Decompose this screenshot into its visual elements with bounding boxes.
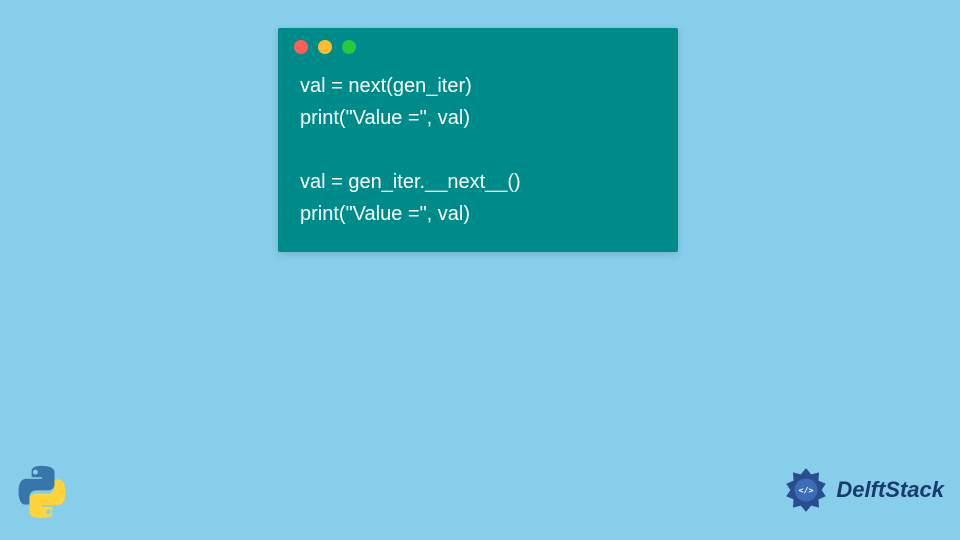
- delftstack-logo: </> DelftStack: [780, 464, 944, 516]
- code-window: val = next(gen_iter) print("Value =", va…: [278, 28, 678, 252]
- code-content: val = next(gen_iter) print("Value =", va…: [278, 62, 678, 252]
- code-line: print("Value =", val): [300, 107, 470, 129]
- brand-name: DelftStack: [836, 477, 944, 503]
- delftstack-badge-icon: </>: [780, 464, 832, 516]
- python-logo-icon: [12, 462, 72, 522]
- code-line: val = gen_iter.__next__(): [300, 171, 521, 193]
- minimize-icon: [318, 40, 332, 54]
- code-line: print("Value =", val): [300, 203, 470, 225]
- svg-text:</>: </>: [799, 485, 814, 495]
- maximize-icon: [342, 40, 356, 54]
- window-controls: [278, 28, 678, 62]
- close-icon: [294, 40, 308, 54]
- code-line: val = next(gen_iter): [300, 75, 472, 97]
